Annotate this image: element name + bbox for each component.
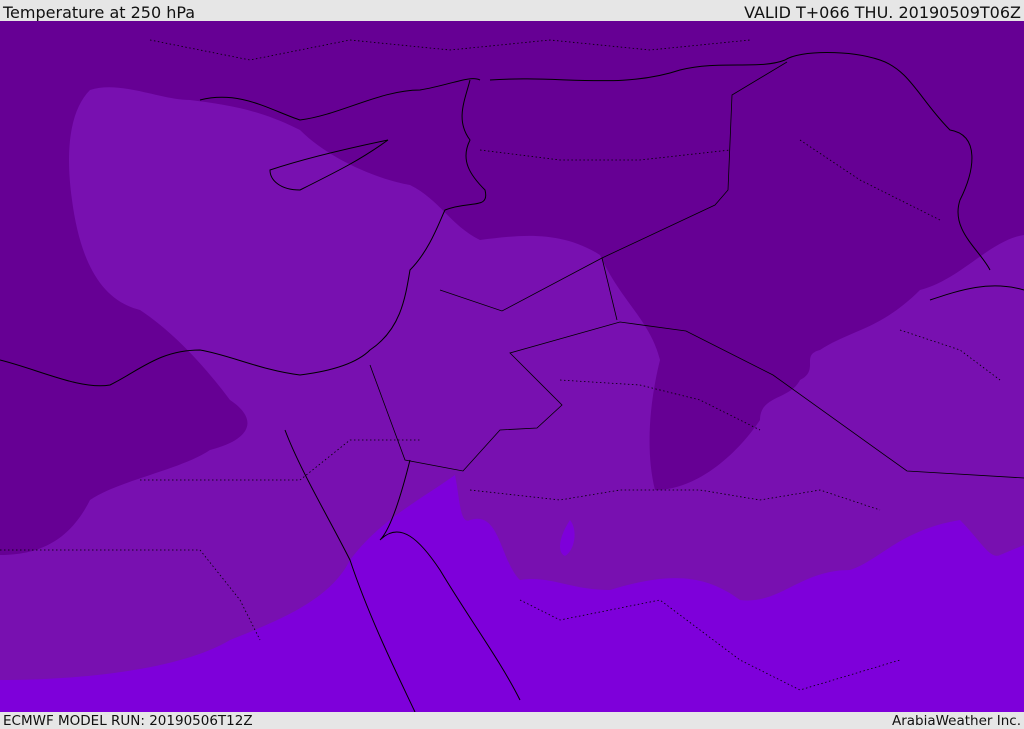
map-title: Temperature at 250 hPa [3, 3, 196, 22]
valid-time: VALID T+066 THU. 20190509T06Z [744, 3, 1021, 22]
footer-bar: ECMWF MODEL RUN: 20190506T12Z ArabiaWeat… [0, 712, 1024, 729]
temperature-map [0, 21, 1024, 712]
credit: ArabiaWeather Inc. [891, 713, 1021, 729]
model-run: ECMWF MODEL RUN: 20190506T12Z [3, 713, 253, 729]
header-bar: Temperature at 250 hPa VALID T+066 THU. … [0, 0, 1024, 21]
